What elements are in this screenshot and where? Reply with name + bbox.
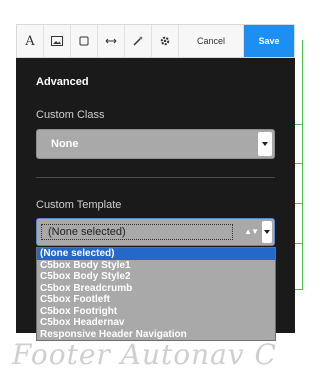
custom-class-value: None: [51, 138, 79, 150]
background-footer-text: Footer Autonav C: [12, 338, 277, 371]
custom-class-label: Custom Class: [36, 109, 105, 121]
square-icon[interactable]: [71, 25, 98, 57]
sort-arrows-icon: ▲▼: [244, 227, 259, 236]
custom-template-options: (None selected) C5box Body Style1 C5box …: [36, 247, 276, 341]
section-divider: [36, 177, 275, 178]
custom-template-value: (None selected): [41, 224, 233, 240]
option-item[interactable]: C5box Body Style1: [37, 260, 275, 272]
block-toolbar: A Cancel Save: [16, 24, 295, 58]
option-item[interactable]: C5box Footleft: [37, 294, 275, 306]
image-icon[interactable]: [44, 25, 71, 57]
option-item[interactable]: C5box Body Style2: [37, 271, 275, 283]
panel-title: Advanced: [36, 76, 89, 88]
option-item[interactable]: (None selected): [37, 248, 275, 260]
magic-wand-icon[interactable]: [125, 25, 152, 57]
cancel-button[interactable]: Cancel: [179, 25, 244, 57]
chevron-down-icon: [258, 132, 272, 156]
option-item[interactable]: C5box Breadcrumb: [37, 283, 275, 295]
width-arrows-icon[interactable]: [98, 25, 125, 57]
option-item[interactable]: C5box Headernav: [37, 317, 275, 329]
custom-template-label: Custom Template: [36, 199, 122, 211]
text-format-glyph: A: [25, 33, 35, 49]
option-item[interactable]: C5box Footright: [37, 306, 275, 318]
option-item[interactable]: Responsive Header Navigation: [37, 329, 275, 341]
chevron-down-icon: [262, 221, 272, 243]
text-format-icon[interactable]: A: [17, 25, 44, 57]
gear-icon[interactable]: [152, 25, 179, 57]
custom-class-select[interactable]: None: [36, 129, 275, 159]
custom-template-select[interactable]: (None selected) ▲▼: [36, 218, 275, 246]
save-button[interactable]: Save: [244, 25, 294, 57]
